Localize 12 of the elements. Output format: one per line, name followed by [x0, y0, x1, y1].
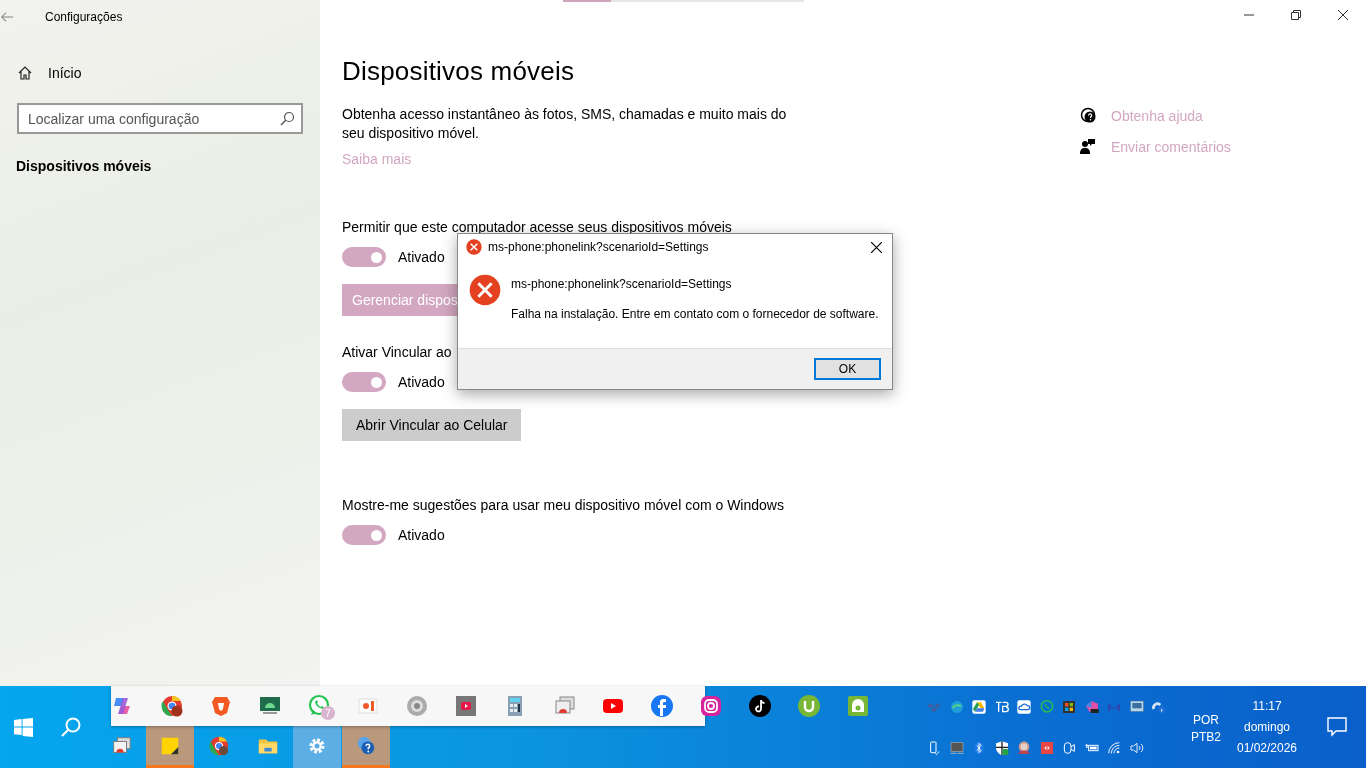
dialog-title: ms-phone:phonelink?scenarioId=Settings: [488, 240, 709, 254]
error-message: Falha na instalação. Entre em contato com o fornecedor de software.: [511, 307, 879, 321]
window-title: Configurações: [45, 10, 123, 24]
setting-label: Mostre-me sugestões para usar meu dispositivo móvel com o Windows: [342, 497, 784, 513]
setting-label: Permitir que este computador acesse seus dispositivos móveis: [342, 219, 732, 235]
dialog-heading: ms-phone:phonelink?scenarioId=Settings: [511, 277, 733, 291]
description-text: Obtenha acesso instantâneo às fotos, SMS, chamadas e muito mais do seu dispositivo móvel.: [342, 105, 788, 143]
page-title: Dispositivos móveis: [342, 56, 576, 87]
setting-label: Ativar Vincular ao: [342, 344, 452, 360]
toggle-state-label: Ativado: [398, 527, 445, 543]
toggle-state-label: Ativado: [398, 374, 445, 390]
toggle-state-label: Ativado: [398, 249, 445, 265]
